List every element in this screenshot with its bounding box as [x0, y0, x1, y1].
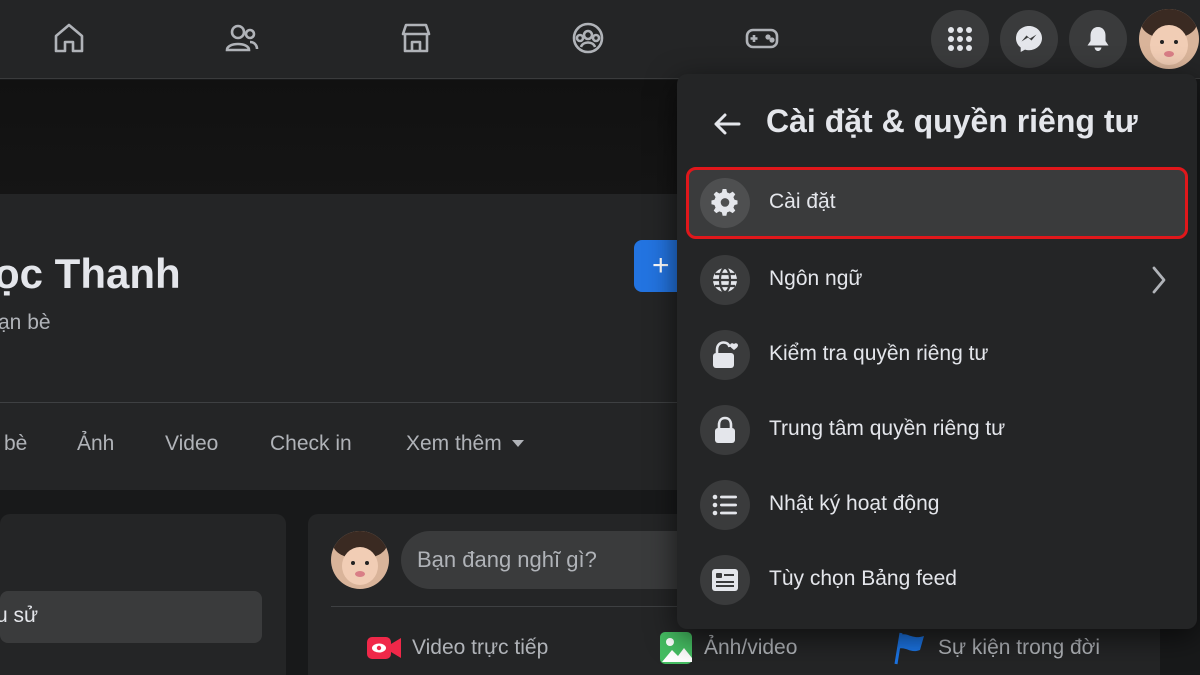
home-icon[interactable] — [49, 18, 89, 58]
menu-item-privacy-center[interactable]: Trung tâm quyền riêng tư — [686, 394, 1188, 466]
photo-video-label: Ảnh/video — [704, 636, 798, 659]
menu-item-label: Tùy chọn Bảng feed — [769, 567, 957, 590]
tab-video[interactable]: Video — [165, 432, 218, 456]
globe-icon — [700, 255, 750, 305]
menu-grid-button[interactable] — [931, 10, 989, 68]
tab-more-label: Xem thêm — [406, 432, 502, 455]
cover-photo — [0, 80, 680, 194]
life-event-label: Sự kiện trong đời — [938, 636, 1101, 659]
menu-item-privacy-checkup[interactable]: Kiểm tra quyền riêng tư — [686, 319, 1188, 391]
life-event-button[interactable]: Sự kiện trong đời — [892, 630, 1100, 666]
menu-item-language[interactable]: Ngôn ngữ — [686, 244, 1188, 316]
profile-name: ọc Thanh — [0, 250, 181, 297]
menu-item-label: Ngôn ngữ — [769, 267, 863, 290]
gear-icon — [700, 178, 750, 228]
top-nav-bar — [0, 0, 1200, 79]
live-video-icon — [367, 637, 401, 659]
back-button[interactable] — [709, 106, 745, 142]
menu-item-settings[interactable]: Cài đặt — [686, 167, 1188, 239]
edit-history-label: u sử — [0, 604, 39, 627]
chevron-right-icon — [1152, 266, 1166, 294]
tab-photos[interactable]: Ảnh — [77, 432, 114, 456]
menu-item-activity-log[interactable]: Nhật ký hoạt động — [686, 469, 1188, 541]
edit-history-button[interactable] — [0, 591, 262, 643]
groups-icon[interactable] — [568, 18, 608, 58]
bell-icon — [1087, 27, 1109, 51]
panel-title: Cài đặt & quyền riêng tư — [766, 103, 1138, 139]
tab-more[interactable]: Xem thêm — [406, 432, 524, 456]
flag-icon — [894, 632, 924, 665]
marketplace-icon[interactable] — [396, 18, 436, 58]
lock-icon — [700, 405, 750, 455]
menu-item-feed-preferences[interactable]: Tùy chọn Bảng feed — [686, 544, 1188, 616]
menu-item-label: Kiểm tra quyền riêng tư — [769, 342, 989, 365]
tab-friends[interactable]: bè — [4, 432, 27, 456]
live-video-button[interactable]: Video trực tiếp — [366, 630, 548, 666]
friends-count[interactable]: ạn bè — [0, 311, 51, 335]
arrow-left-icon — [714, 113, 741, 135]
menu-item-label: Nhật ký hoạt động — [769, 492, 940, 515]
menu-item-label: Trung tâm quyền riêng tư — [769, 417, 1006, 440]
divider — [0, 402, 680, 403]
profile-avatar[interactable] — [1139, 9, 1199, 69]
live-video-label: Video trực tiếp — [412, 636, 549, 659]
menu-item-label: Cài đặt — [769, 190, 836, 213]
friends-icon[interactable] — [222, 18, 262, 58]
page: ọc Thanh ạn bè + bè Ảnh Video Check in X… — [0, 0, 1200, 675]
photo-icon — [660, 632, 692, 664]
caret-down-icon — [511, 440, 524, 447]
messenger-button[interactable] — [1000, 10, 1058, 68]
notifications-button[interactable] — [1069, 10, 1127, 68]
gaming-icon[interactable] — [742, 18, 782, 58]
messenger-icon — [1016, 26, 1042, 52]
grid-icon — [948, 27, 972, 51]
list-icon — [700, 480, 750, 530]
tab-checkin[interactable]: Check in — [270, 432, 352, 456]
feed-icon — [700, 555, 750, 605]
photo-video-button[interactable]: Ảnh/video — [658, 630, 797, 666]
lock-heart-icon — [700, 330, 750, 380]
composer-placeholder: Bạn đang nghĩ gì? — [417, 547, 597, 572]
composer-avatar[interactable] — [331, 531, 389, 589]
